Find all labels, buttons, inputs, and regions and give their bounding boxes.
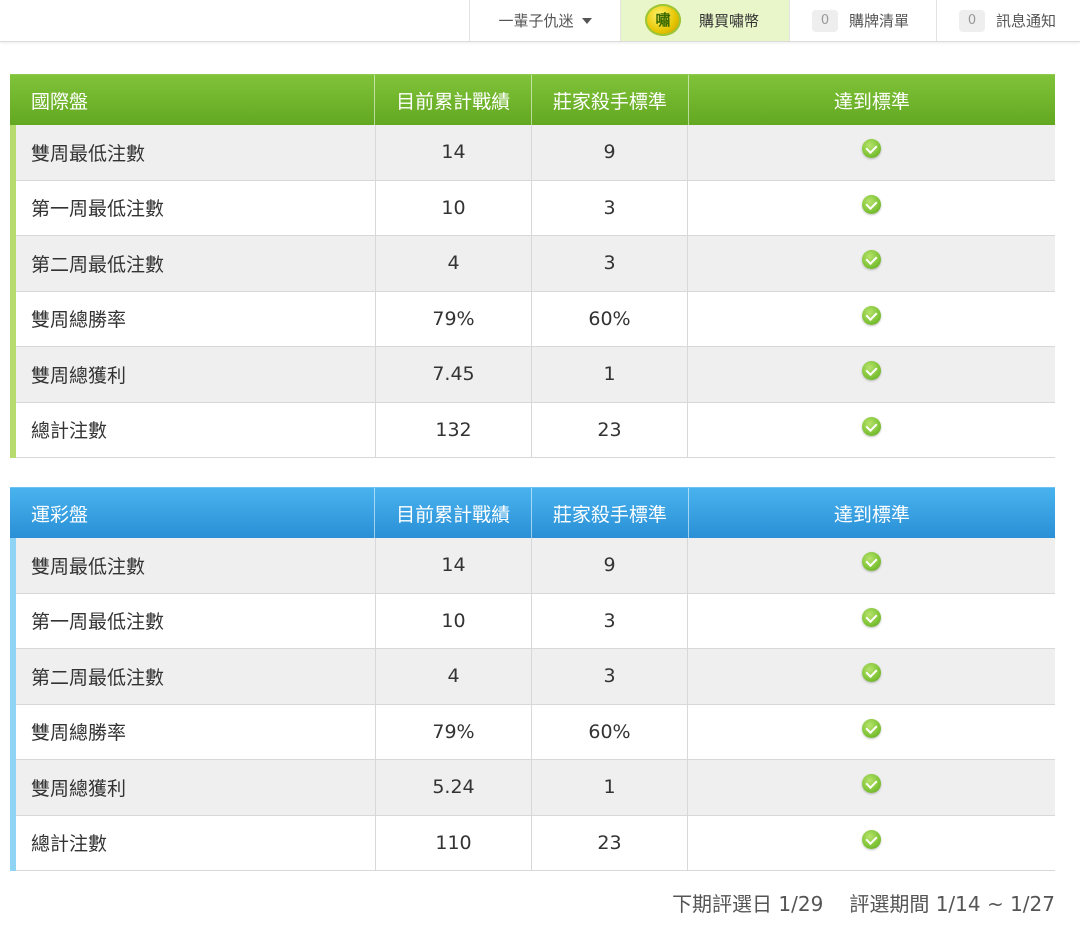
row-label: 總計注數 [10,815,376,870]
row-standard: 23 [532,402,688,457]
row-standard: 60% [532,291,688,346]
check-circle-icon [862,305,881,325]
next-evaluation-date: 下期評選日 1/29 [672,892,824,916]
row-current: 7.45 [376,347,532,402]
row-current: 5.24 [376,760,532,815]
chevron-down-icon [581,17,592,24]
row-label: 雙周最低注數 [10,125,376,180]
table-row: 第二周最低注數 4 3 [10,649,1055,705]
buy-coins-label: 購買嘯幣 [699,12,760,30]
header-current-record: 目前累計戰績 [375,75,533,125]
cart-count-badge: 0 [812,9,838,32]
table-row: 雙周總勝率 79% 60% [10,704,1055,760]
buy-coins-button[interactable]: 嘯 購買嘯幣 [620,0,789,41]
row-standard: 1 [532,760,688,815]
row-standard: 3 [532,593,688,648]
row-current: 14 [376,538,532,593]
row-standard: 23 [532,815,688,870]
check-circle-icon [862,361,881,380]
table-row: 第一周最低注數 10 3 [10,593,1055,649]
row-label: 雙周最低注數 [10,538,376,593]
notifications-label: 訊息通知 [996,12,1057,30]
row-label: 雙周總獲利 [10,760,376,815]
row-current: 10 [376,180,532,235]
table-row: 雙周總獲利 7.45 1 [10,347,1055,403]
table-row: 總計注數 110 23 [10,815,1055,871]
row-label: 雙周總獲利 [10,347,376,402]
table-header: 國際盤 目前累計戰績 莊家殺手標準 達到標準 [10,74,1055,125]
row-current: 4 [376,236,532,291]
header-category: 國際盤 [10,75,376,125]
top-navigation-bar: 一輩子仇迷 嘯 購買嘯幣 0 購牌清單 0 訊息通知 [0,0,1080,42]
row-current: 132 [376,402,532,457]
row-current: 79% [376,291,532,346]
sports-lottery-standards-table: 運彩盤 目前累計戰績 莊家殺手標準 達到標準 雙周最低注數 14 9 第一周最低… [10,487,1055,871]
table-row: 第一周最低注數 10 3 [10,180,1055,236]
check-circle-icon [862,250,881,269]
international-standards-table: 國際盤 目前累計戰績 莊家殺手標準 達到標準 雙周最低注數 14 9 第一周最低… [10,74,1055,458]
table-row: 雙周最低注數 14 9 [10,538,1055,594]
header-category: 運彩盤 [10,488,376,538]
table-body: 雙周最低注數 14 9 第一周最低注數 10 3 第二周最低注數 4 3 雙周總… [10,538,1055,871]
check-circle-icon [862,718,881,738]
row-standard: 9 [532,538,688,593]
row-current: 110 [376,815,532,870]
table-body: 雙周最低注數 14 9 第一周最低注數 10 3 第二周最低注數 4 3 雙周總… [10,125,1055,458]
row-label: 第二周最低注數 [10,236,376,291]
row-label: 第一周最低注數 [10,180,376,235]
check-circle-icon [862,139,881,158]
check-circle-icon [862,663,881,682]
row-standard: 3 [532,180,688,235]
row-standard: 1 [532,347,688,402]
row-current: 14 [376,125,532,180]
row-label: 總計注數 [10,402,376,457]
table-row: 雙周最低注數 14 9 [10,125,1055,181]
row-label: 雙周總勝率 [10,704,376,759]
evaluation-period: 評選期間 1/14 ~ 1/27 [849,892,1055,916]
purchase-list-label: 購牌清單 [849,12,910,30]
row-label: 第二周最低注數 [10,649,376,704]
check-circle-icon [862,552,881,571]
row-current: 4 [376,649,532,704]
row-label: 雙周總勝率 [10,291,376,346]
purchase-list-link[interactable]: 0 購牌清單 [789,0,936,41]
evaluation-info: 下期評選日 1/29 評選期間 1/14 ~ 1/27 [672,888,1055,917]
table-row: 雙周總勝率 79% 60% [10,291,1055,347]
notification-count-badge: 0 [959,9,985,32]
row-current: 10 [376,593,532,648]
row-standard: 9 [532,125,688,180]
check-circle-icon [862,774,881,793]
table-row: 第二周最低注數 4 3 [10,236,1055,292]
table-row: 雙周總獲利 5.24 1 [10,760,1055,816]
row-current: 79% [376,704,532,759]
notifications-link[interactable]: 0 訊息通知 [936,0,1080,41]
check-circle-icon [862,829,881,849]
row-standard: 3 [532,649,688,704]
user-name: 一輩子仇迷 [498,12,574,30]
table-header: 運彩盤 目前累計戰績 莊家殺手標準 達到標準 [10,487,1055,538]
header-achieved: 達到標準 [833,503,910,526]
user-menu[interactable]: 一輩子仇迷 [469,0,620,41]
table-row: 總計注數 132 23 [10,402,1055,458]
check-circle-icon [862,416,881,436]
header-standard: 莊家殺手標準 [532,75,689,125]
header-achieved: 達到標準 [833,90,910,113]
header-standard: 莊家殺手標準 [532,488,689,538]
row-standard: 3 [532,236,688,291]
check-circle-icon [862,194,881,214]
check-circle-icon [862,607,881,627]
row-label: 第一周最低注數 [10,593,376,648]
coin-icon: 嘯 [645,3,685,38]
header-current-record: 目前累計戰績 [375,488,533,538]
row-standard: 60% [532,704,688,759]
